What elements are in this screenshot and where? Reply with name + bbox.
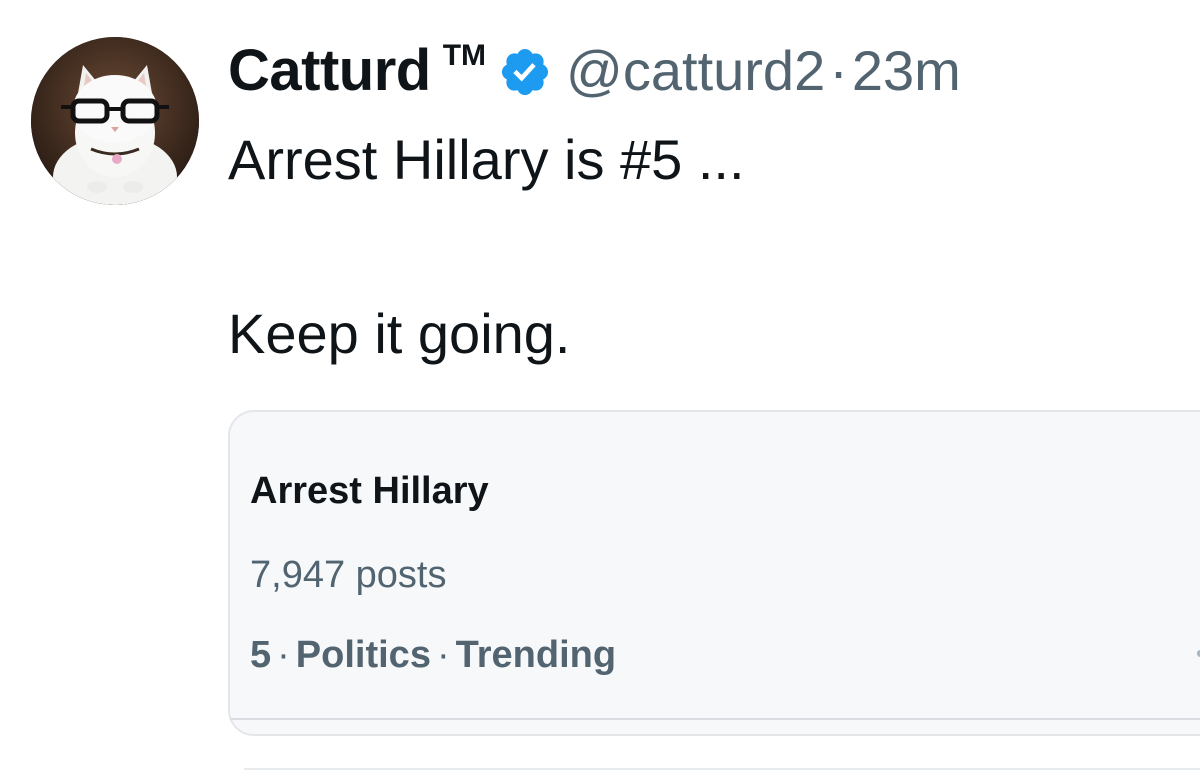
trend-category: Politics [295, 634, 431, 676]
meta-separator: · [436, 634, 450, 676]
display-name[interactable]: Catturd [228, 37, 431, 104]
tweet-text-line-2: Keep it going. [228, 302, 571, 365]
user-handle[interactable]: @catturd2 [566, 38, 825, 103]
tweet-text-line-1: Arrest Hillary is #5 ... [228, 128, 745, 191]
cat-with-glasses-image [31, 37, 199, 205]
tweet-text: Arrest Hillary is #5 ... Keep it going. [228, 128, 1168, 366]
trend-rank: 5 [250, 634, 272, 676]
verified-badge-icon[interactable] [498, 45, 552, 99]
divider [230, 718, 1200, 720]
separator-dot: · [829, 38, 848, 102]
trend-card[interactable]: Arrest Hillary 7,947 posts 5 · Politics · Tr… [228, 410, 1200, 736]
trend-post-count: 7,947 posts [250, 554, 447, 596]
trend-name: Arrest Hillary [250, 470, 489, 512]
divider [244, 768, 1200, 770]
timestamp[interactable]: 23m [852, 38, 961, 103]
trademark-badge: TM [442, 39, 487, 72]
tweet-header: Catturd TM @catturd2 · 23m [228, 30, 961, 110]
avatar[interactable] [31, 37, 199, 205]
trend-meta: 5 · Politics · Trending [250, 634, 616, 677]
trend-status: Trending [455, 634, 617, 676]
more-dots-icon[interactable]: ••• [1196, 638, 1200, 669]
meta-separator: · [277, 634, 290, 676]
